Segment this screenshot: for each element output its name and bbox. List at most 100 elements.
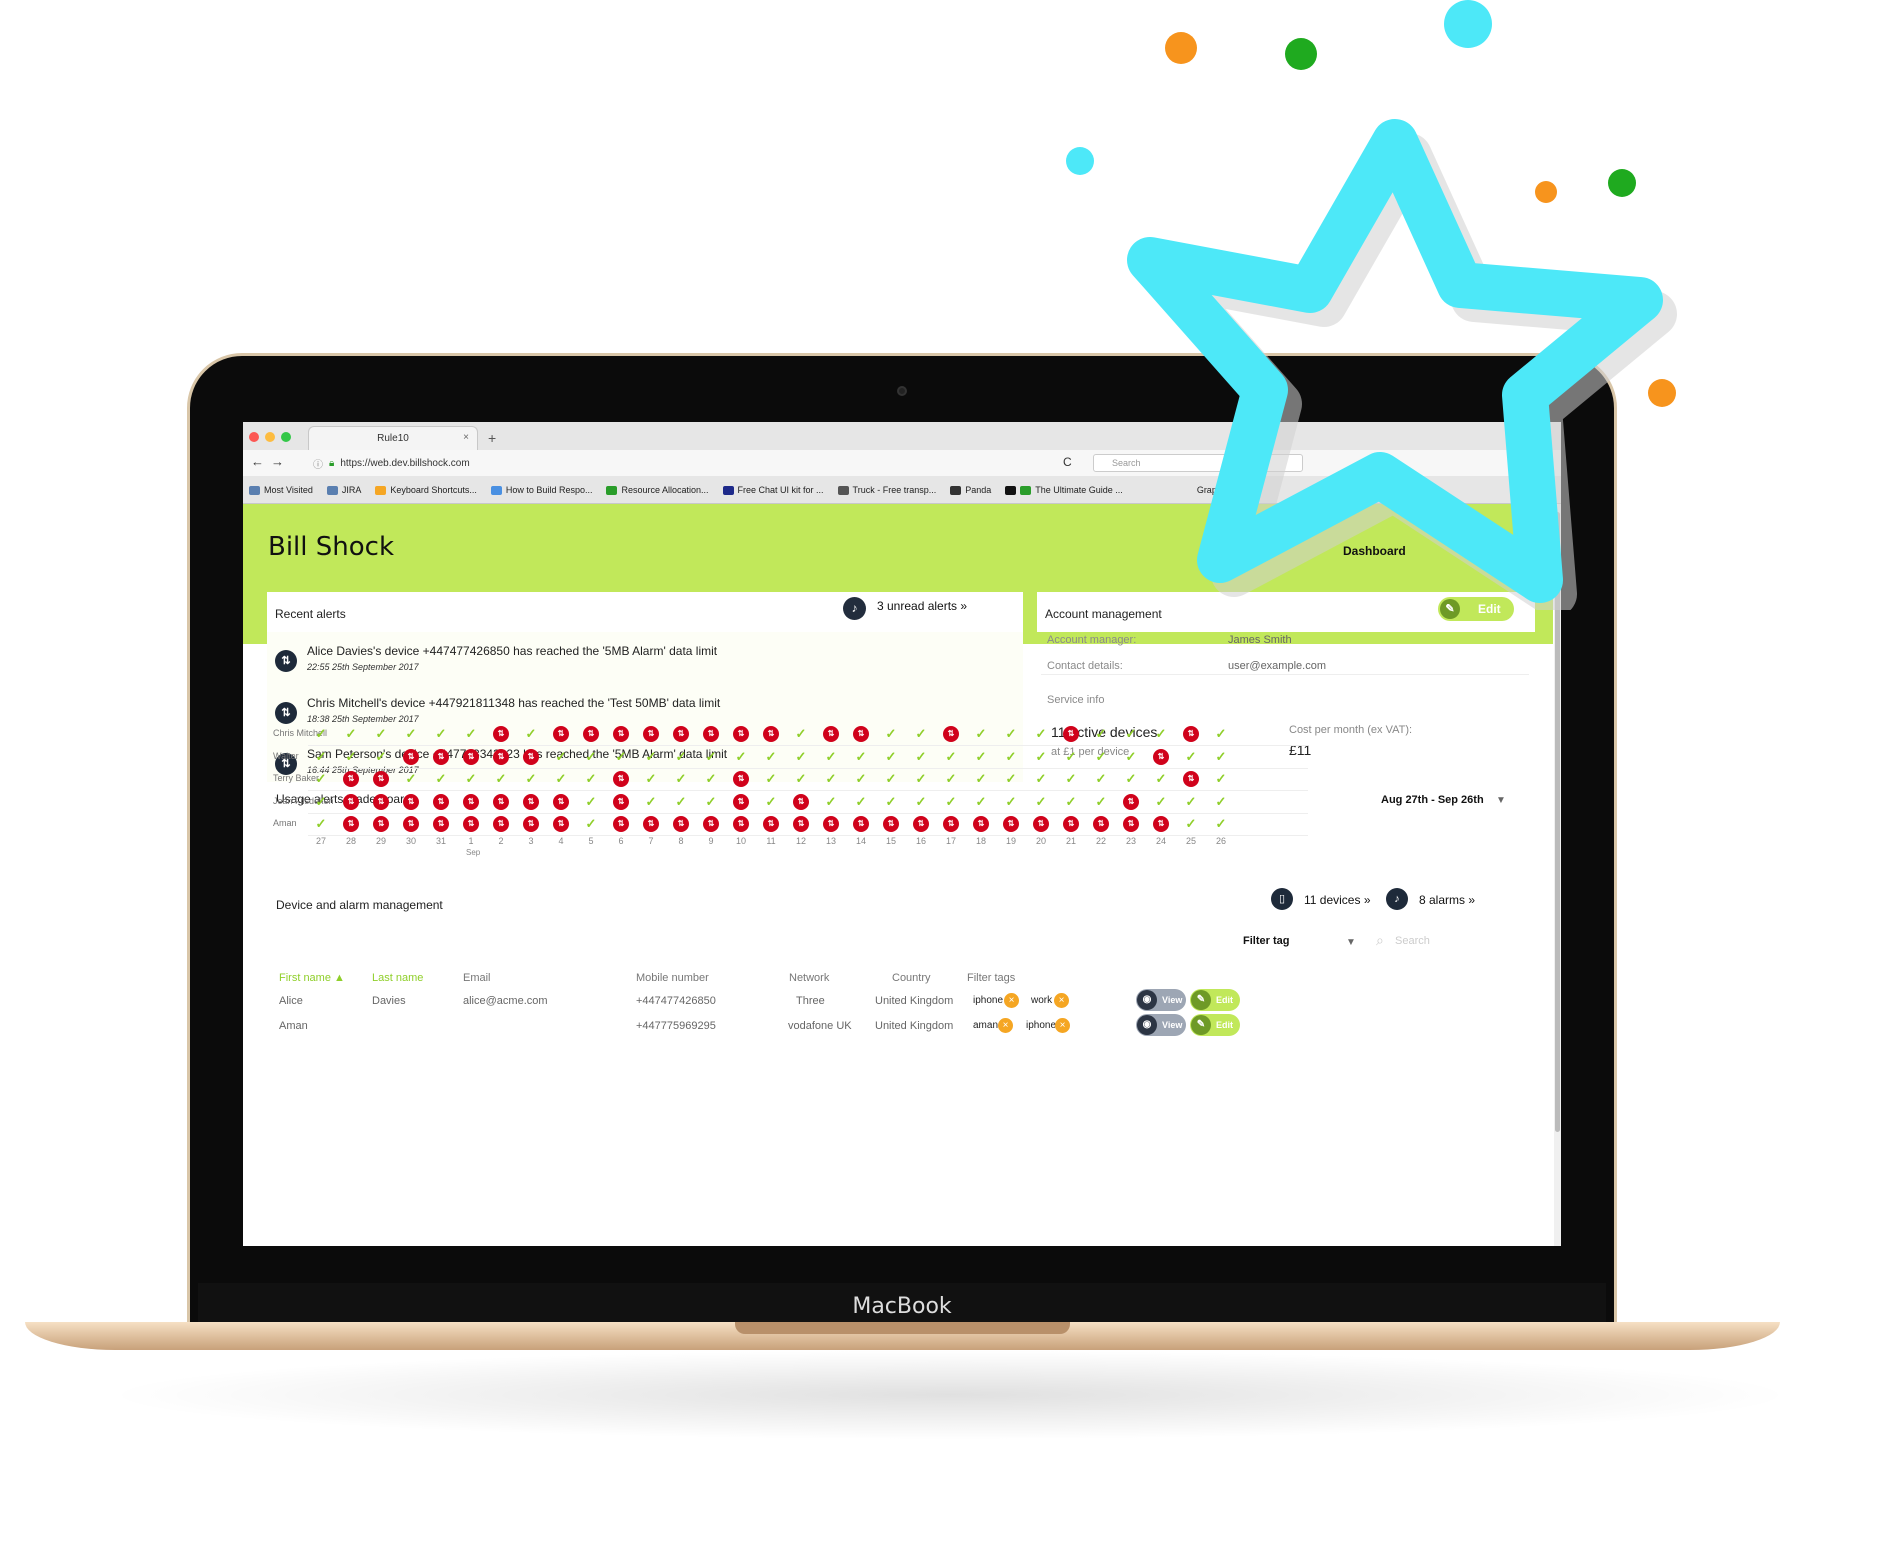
ok-status-icon[interactable]: ✓: [1033, 726, 1049, 742]
alert-status-icon[interactable]: ⇅: [373, 771, 389, 787]
column-header-network[interactable]: Network: [789, 972, 829, 984]
alert-status-icon[interactable]: ⇅: [1183, 771, 1199, 787]
ok-status-icon[interactable]: ✓: [313, 726, 329, 742]
alert-status-icon[interactable]: ⇅: [493, 793, 509, 810]
alert-status-icon[interactable]: ⇅: [373, 793, 389, 810]
column-header-mobile[interactable]: Mobile number: [636, 972, 709, 984]
ok-status-icon[interactable]: ✓: [1183, 816, 1199, 832]
column-header-last-name[interactable]: Last name: [372, 972, 423, 984]
ok-status-icon[interactable]: ✓: [1003, 726, 1019, 742]
alert-status-icon[interactable]: ⇅: [1153, 748, 1169, 765]
ok-status-icon[interactable]: ✓: [913, 726, 929, 742]
ok-status-icon[interactable]: ✓: [703, 794, 719, 810]
alert-status-icon[interactable]: ⇅: [763, 726, 779, 742]
ok-status-icon[interactable]: ✓: [973, 794, 989, 810]
alert-status-icon[interactable]: ⇅: [1153, 816, 1169, 832]
ok-status-icon[interactable]: ✓: [613, 749, 629, 765]
alert-status-icon[interactable]: ⇅: [1123, 793, 1139, 810]
row-edit-button[interactable]: ✎ Edit: [1190, 1014, 1240, 1036]
ok-status-icon[interactable]: ✓: [913, 771, 929, 787]
alert-status-icon[interactable]: ⇅: [343, 771, 359, 787]
ok-status-icon[interactable]: ✓: [883, 749, 899, 765]
reload-icon[interactable]: C: [1063, 455, 1072, 469]
date-range-select[interactable]: Aug 27th - Sep 26th: [1381, 794, 1484, 806]
alert-status-icon[interactable]: ⇅: [943, 816, 959, 832]
ok-status-icon[interactable]: ✓: [703, 749, 719, 765]
ok-status-icon[interactable]: ✓: [583, 816, 599, 832]
alert-status-icon[interactable]: ⇅: [373, 816, 389, 832]
table-search-input[interactable]: Search: [1395, 935, 1430, 947]
alert-status-icon[interactable]: ⇅: [973, 816, 989, 832]
alert-status-icon[interactable]: ⇅: [703, 726, 719, 742]
ok-status-icon[interactable]: ✓: [943, 771, 959, 787]
ok-status-icon[interactable]: ✓: [1003, 749, 1019, 765]
alert-status-icon[interactable]: ⇅: [613, 771, 629, 787]
alert-status-icon[interactable]: ⇅: [943, 726, 959, 742]
column-header-country[interactable]: Country: [892, 972, 931, 984]
ok-status-icon[interactable]: ✓: [433, 771, 449, 787]
alert-status-icon[interactable]: ⇅: [433, 816, 449, 832]
alert-status-icon[interactable]: ⇅: [853, 726, 869, 742]
ok-status-icon[interactable]: ✓: [763, 794, 779, 810]
ok-status-icon[interactable]: ✓: [343, 749, 359, 765]
ok-status-icon[interactable]: ✓: [1183, 749, 1199, 765]
ok-status-icon[interactable]: ✓: [1123, 749, 1139, 765]
ok-status-icon[interactable]: ✓: [883, 794, 899, 810]
alert-status-icon[interactable]: ⇅: [733, 726, 749, 742]
alert-status-icon[interactable]: ⇅: [673, 816, 689, 832]
new-tab-button[interactable]: +: [488, 430, 496, 446]
ok-status-icon[interactable]: ✓: [763, 771, 779, 787]
alert-status-icon[interactable]: ⇅: [823, 726, 839, 742]
remove-tag-icon[interactable]: ×: [1054, 993, 1069, 1008]
ok-status-icon[interactable]: ✓: [1033, 749, 1049, 765]
ok-status-icon[interactable]: ✓: [733, 749, 749, 765]
ok-status-icon[interactable]: ✓: [1123, 726, 1139, 742]
ok-status-icon[interactable]: ✓: [1033, 794, 1049, 810]
bookmark-item[interactable]: How to Build Respo...: [490, 485, 592, 495]
alert-status-icon[interactable]: ⇅: [493, 748, 509, 765]
ok-status-icon[interactable]: ✓: [853, 749, 869, 765]
alert-status-icon[interactable]: ⇅: [913, 816, 929, 832]
close-window-button[interactable]: [249, 432, 259, 442]
remove-tag-icon[interactable]: ×: [1055, 1018, 1070, 1033]
alert-status-icon[interactable]: ⇅: [613, 793, 629, 810]
alert-status-icon[interactable]: ⇅: [703, 816, 719, 832]
ok-status-icon[interactable]: ✓: [1213, 816, 1229, 832]
ok-status-icon[interactable]: ✓: [643, 749, 659, 765]
ok-status-icon[interactable]: ✓: [763, 749, 779, 765]
alert-status-icon[interactable]: ⇅: [1003, 816, 1019, 832]
ok-status-icon[interactable]: ✓: [643, 794, 659, 810]
ok-status-icon[interactable]: ✓: [583, 771, 599, 787]
alert-status-icon[interactable]: ⇅: [733, 816, 749, 832]
chevron-down-icon[interactable]: ▼: [1496, 795, 1506, 806]
ok-status-icon[interactable]: ✓: [673, 794, 689, 810]
ok-status-icon[interactable]: ✓: [1153, 726, 1169, 742]
alert-status-icon[interactable]: ⇅: [1183, 726, 1199, 742]
ok-status-icon[interactable]: ✓: [583, 794, 599, 810]
ok-status-icon[interactable]: ✓: [1213, 794, 1229, 810]
ok-status-icon[interactable]: ✓: [523, 726, 539, 742]
minimize-window-button[interactable]: [265, 432, 275, 442]
ok-status-icon[interactable]: ✓: [403, 726, 419, 742]
alert-status-icon[interactable]: ⇅: [403, 748, 419, 765]
ok-status-icon[interactable]: ✓: [1093, 749, 1109, 765]
browser-tab[interactable]: Rule10 ×: [308, 426, 478, 450]
column-header-email[interactable]: Email: [463, 972, 491, 984]
bookmark-item[interactable]: Resource Allocation...: [606, 485, 709, 495]
ok-status-icon[interactable]: ✓: [1063, 771, 1079, 787]
ok-status-icon[interactable]: ✓: [1123, 771, 1139, 787]
alert-status-icon[interactable]: ⇅: [853, 816, 869, 832]
ok-status-icon[interactable]: ✓: [793, 749, 809, 765]
ok-status-icon[interactable]: ✓: [853, 794, 869, 810]
ok-status-icon[interactable]: ✓: [703, 771, 719, 787]
ok-status-icon[interactable]: ✓: [1093, 794, 1109, 810]
ok-status-icon[interactable]: ✓: [313, 794, 329, 810]
ok-status-icon[interactable]: ✓: [913, 749, 929, 765]
forward-icon[interactable]: →: [271, 454, 284, 469]
ok-status-icon[interactable]: ✓: [1003, 771, 1019, 787]
alert-status-icon[interactable]: ⇅: [343, 793, 359, 810]
alert-status-icon[interactable]: ⇅: [733, 771, 749, 787]
chevron-down-icon[interactable]: ▼: [1346, 937, 1356, 948]
bookmark-item[interactable]: Free Chat UI kit for ...: [722, 485, 824, 495]
ok-status-icon[interactable]: ✓: [973, 771, 989, 787]
